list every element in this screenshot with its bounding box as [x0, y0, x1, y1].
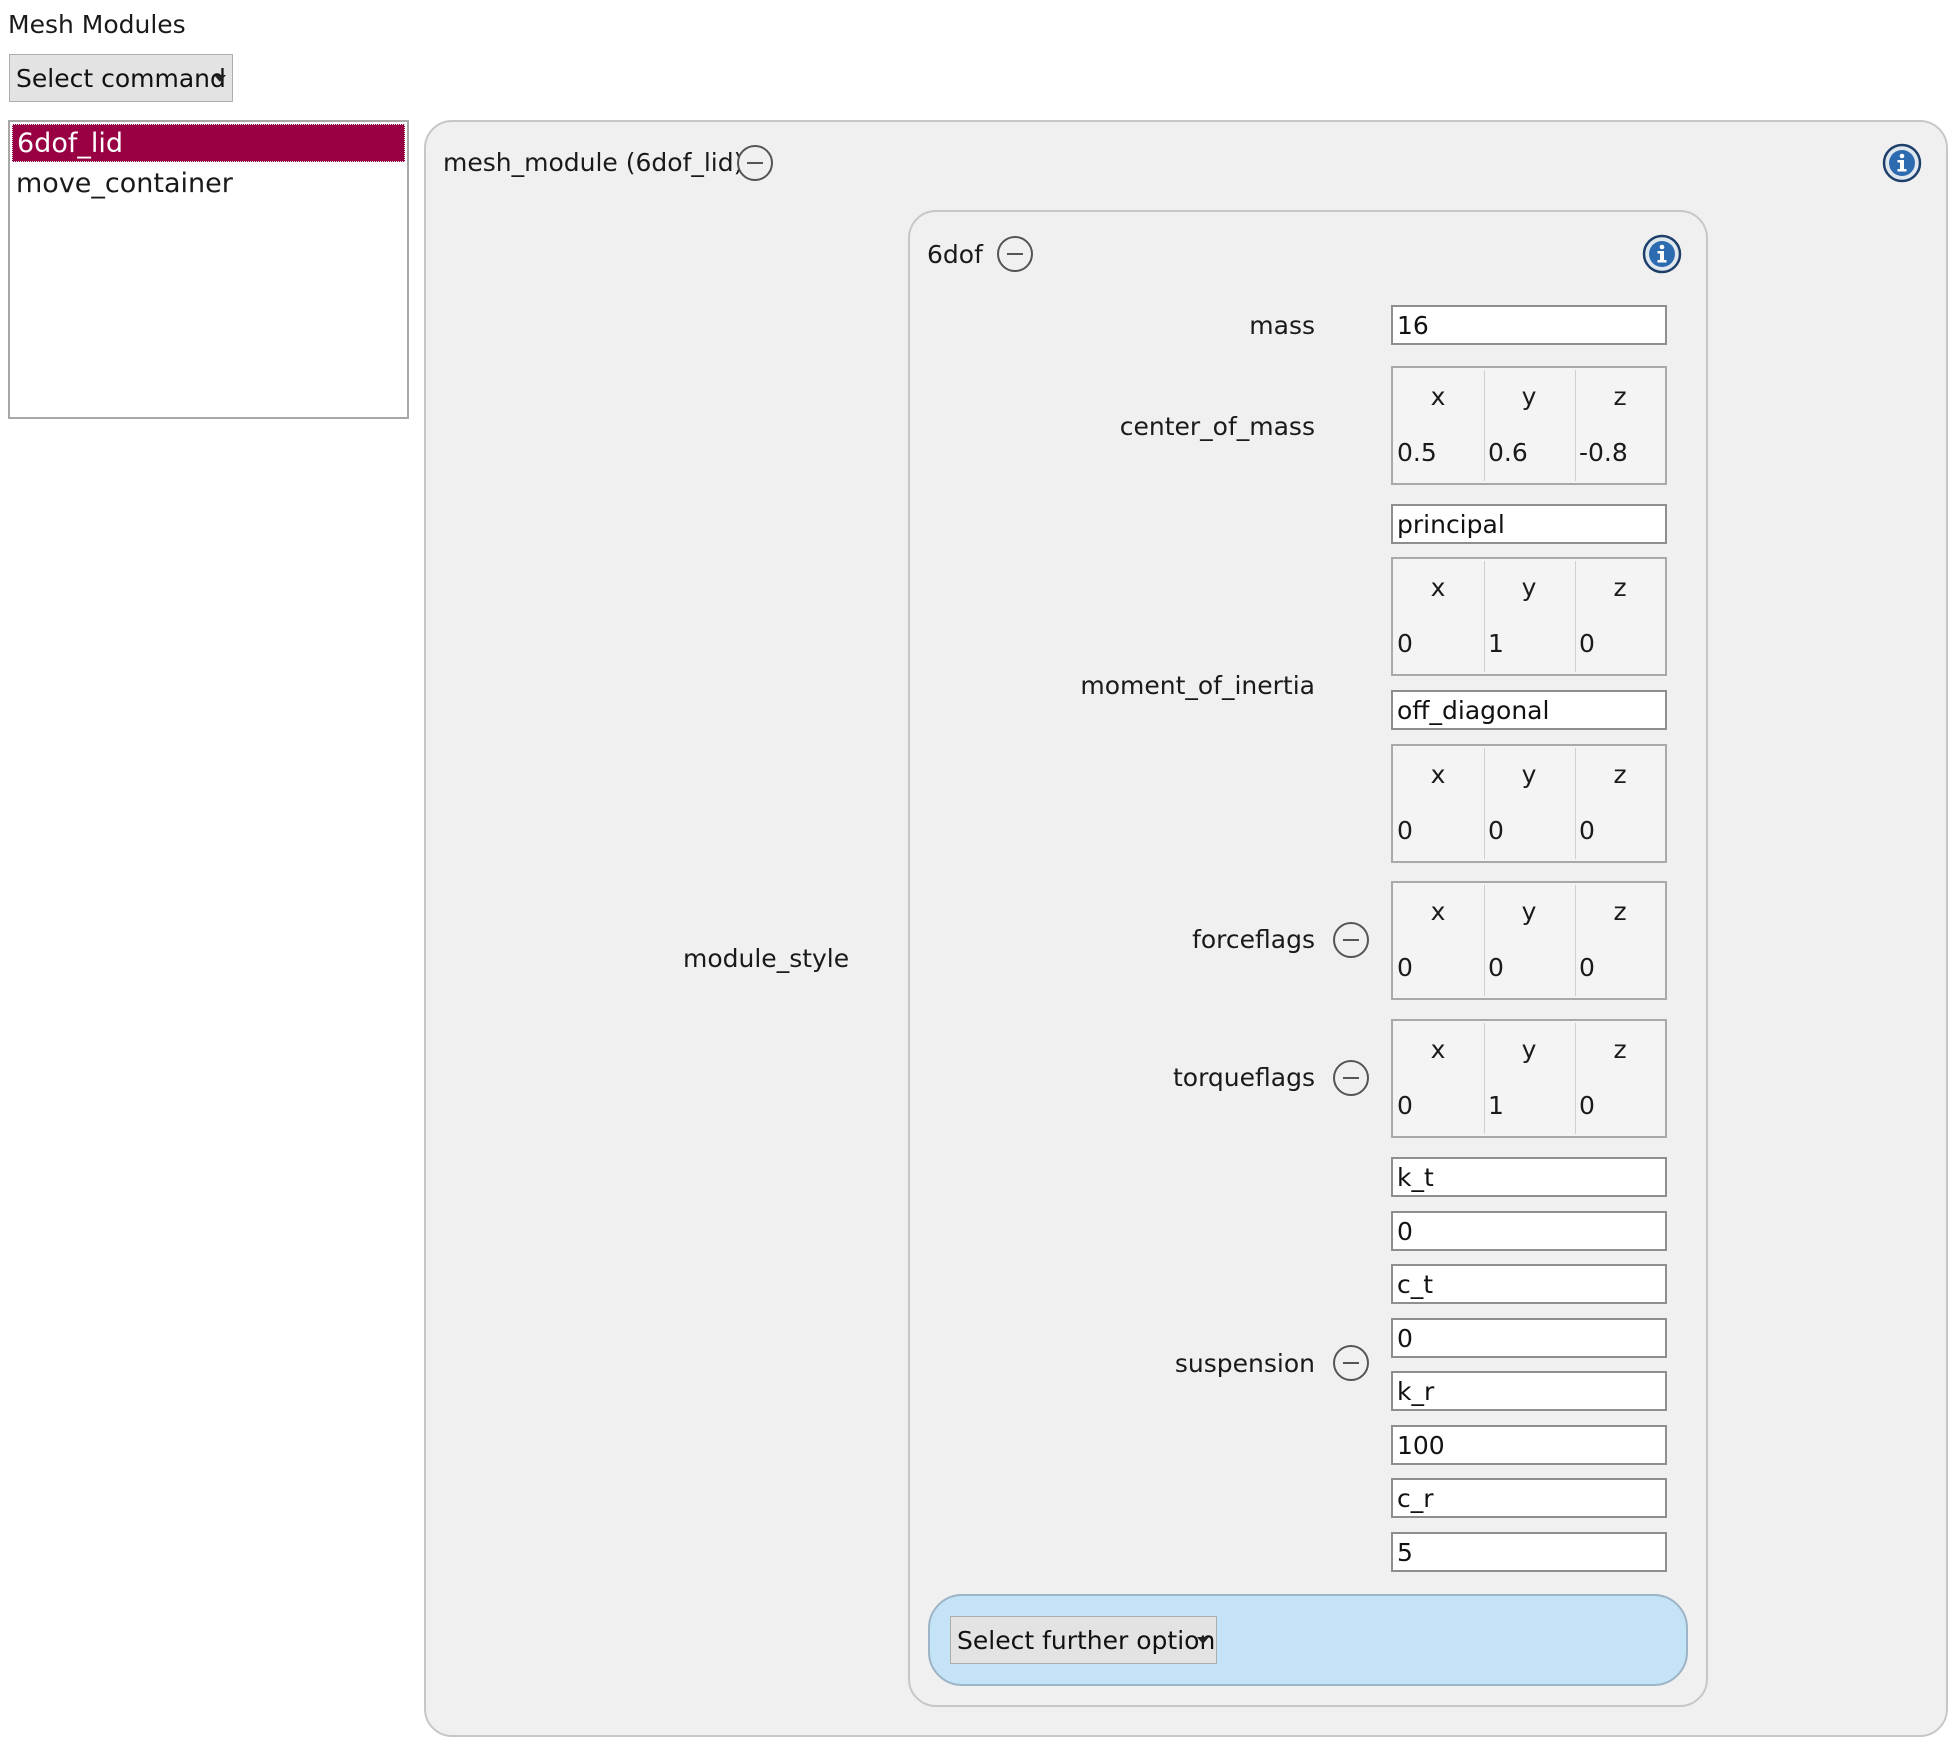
y-header: y	[1521, 1035, 1537, 1064]
z-header: z	[1613, 573, 1627, 602]
modules-listbox[interactable]: 6dof_lid move_container	[8, 120, 409, 419]
caret-down-icon	[214, 75, 226, 82]
z-header: z	[1613, 1035, 1627, 1064]
y-value[interactable]: 1	[1488, 629, 1504, 658]
info-icon[interactable]	[1882, 143, 1922, 183]
y-value[interactable]: 0.6	[1488, 438, 1528, 467]
z-header: z	[1613, 760, 1627, 789]
center-of-mass-vector: x 0.5 y 0.6 z -0.8	[1391, 366, 1667, 485]
x-header: x	[1430, 382, 1446, 411]
suspension-field-k-t-value[interactable]: 0	[1391, 1211, 1667, 1251]
collapse-torqueflags-button[interactable]	[1333, 1060, 1369, 1096]
select-command-label: Select command	[16, 63, 226, 93]
x-header: x	[1430, 573, 1446, 602]
z-header: z	[1613, 897, 1627, 926]
collapse-forceflags-button[interactable]	[1333, 922, 1369, 958]
z-value[interactable]: 0	[1579, 816, 1595, 845]
x-header: x	[1430, 760, 1446, 789]
center-of-mass-label: center_of_mass	[1119, 412, 1315, 441]
suspension-label: suspension	[1174, 1349, 1315, 1378]
z-header: z	[1613, 382, 1627, 411]
suspension-field-k-r[interactable]: k_r	[1391, 1371, 1667, 1411]
y-header: y	[1521, 382, 1537, 411]
principal-field[interactable]: principal	[1391, 504, 1667, 544]
suspension-field-c-t-value[interactable]: 0	[1391, 1318, 1667, 1358]
off-diagonal-vector: x0 y0 z0	[1391, 744, 1667, 863]
module-style-label: module_style	[683, 944, 850, 973]
y-header: y	[1521, 897, 1537, 926]
z-value[interactable]: 0	[1579, 629, 1595, 658]
y-value[interactable]: 0	[1488, 816, 1504, 845]
collapse-suspension-button[interactable]	[1333, 1345, 1369, 1381]
forceflags-label: forceflags	[1192, 925, 1315, 954]
suspension-field-k-r-value[interactable]: 100	[1391, 1425, 1667, 1465]
x-value[interactable]: 0.5	[1397, 438, 1437, 467]
select-command-dropdown[interactable]: Select command	[9, 54, 233, 102]
x-value[interactable]: 0	[1397, 629, 1413, 658]
moment-of-inertia-label: moment_of_inertia	[1080, 671, 1315, 700]
6dof-title: 6dof	[927, 240, 983, 269]
off-diagonal-field[interactable]: off_diagonal	[1391, 690, 1667, 730]
list-item-move-container[interactable]: move_container	[12, 164, 405, 202]
z-value[interactable]: -0.8	[1579, 438, 1628, 467]
select-further-option-dropdown[interactable]: Select further option	[950, 1616, 1217, 1664]
x-value[interactable]: 0	[1397, 1091, 1413, 1120]
forceflags-vector: x0 y0 z0	[1391, 881, 1667, 1000]
y-value[interactable]: 1	[1488, 1091, 1504, 1120]
list-item-6dof-lid[interactable]: 6dof_lid	[12, 124, 405, 162]
principal-vector: x0 y1 z0	[1391, 557, 1667, 676]
page-title: Mesh Modules	[8, 10, 186, 39]
suspension-field-c-r[interactable]: c_r	[1391, 1478, 1667, 1518]
z-value[interactable]: 0	[1579, 1091, 1595, 1120]
y-header: y	[1521, 573, 1537, 602]
x-header: x	[1430, 1035, 1446, 1064]
torqueflags-label: torqueflags	[1173, 1063, 1315, 1092]
y-value[interactable]: 0	[1488, 953, 1504, 982]
z-value[interactable]: 0	[1579, 953, 1595, 982]
mass-label: mass	[1249, 311, 1315, 340]
select-further-option-label: Select further option	[957, 1625, 1216, 1655]
collapse-6dof-button[interactable]	[997, 236, 1033, 272]
x-value[interactable]: 0	[1397, 816, 1413, 845]
caret-down-icon	[1197, 1637, 1209, 1644]
suspension-field-c-t[interactable]: c_t	[1391, 1264, 1667, 1304]
collapse-mesh-module-button[interactable]	[737, 145, 773, 181]
x-header: x	[1430, 897, 1446, 926]
y-header: y	[1521, 760, 1537, 789]
mesh-module-title: mesh_module (6dof_lid)	[443, 148, 744, 177]
x-value[interactable]: 0	[1397, 953, 1413, 982]
torqueflags-vector: x0 y1 z0	[1391, 1019, 1667, 1138]
mass-field[interactable]: 16	[1391, 305, 1667, 345]
suspension-field-c-r-value[interactable]: 5	[1391, 1532, 1667, 1572]
suspension-field-k-t[interactable]: k_t	[1391, 1157, 1667, 1197]
info-icon[interactable]	[1642, 234, 1682, 274]
